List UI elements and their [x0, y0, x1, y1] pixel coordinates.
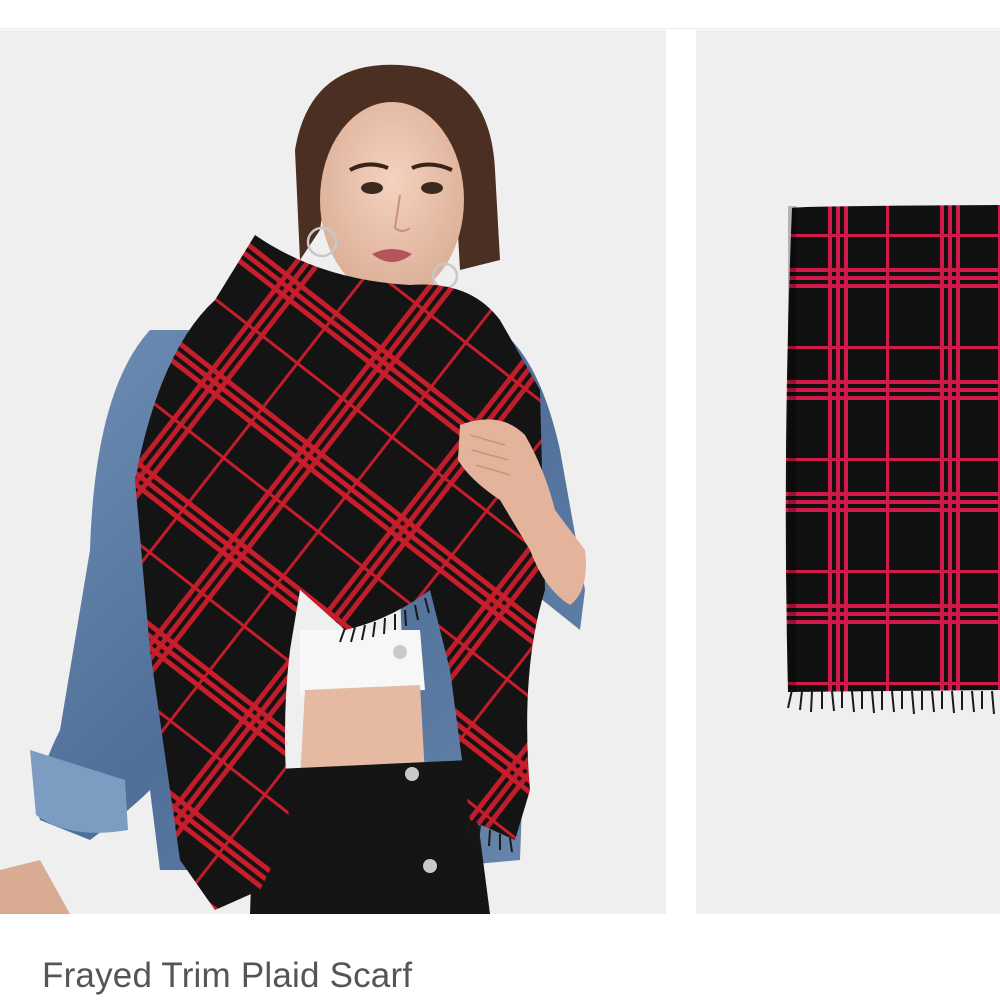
top-bar — [0, 0, 1000, 29]
product-page: Frayed Trim Plaid Scarf — [0, 0, 1000, 1000]
product-image-model[interactable] — [0, 30, 666, 914]
model-photo — [0, 30, 666, 914]
product-image-gallery[interactable] — [0, 30, 1000, 914]
product-title: Frayed Trim Plaid Scarf — [42, 956, 413, 995]
scarf-detail-photo — [696, 30, 1000, 914]
product-image-detail[interactable] — [696, 30, 1000, 914]
